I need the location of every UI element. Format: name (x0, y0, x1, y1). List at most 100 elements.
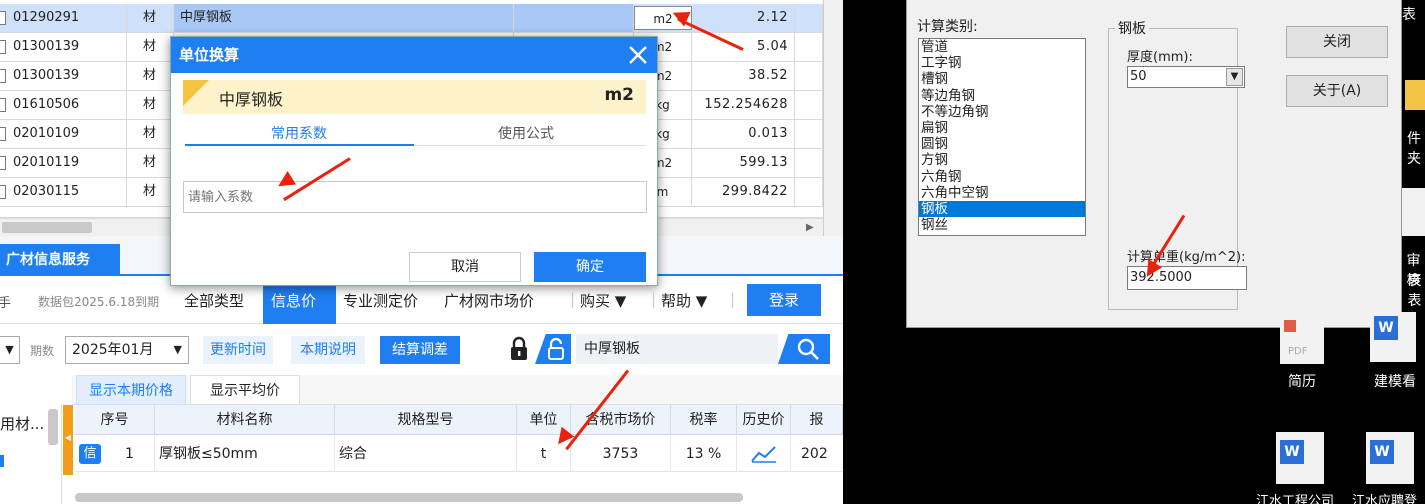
row-type: 材 (127, 62, 174, 90)
category-list-item[interactable]: 六角中空钢 (919, 185, 1085, 201)
row-code: 02010109 (0, 120, 127, 148)
category-list-item[interactable]: 六角钢 (919, 169, 1085, 185)
cancel-button[interactable]: 取消 (409, 252, 521, 282)
material-header: 中厚钢板 m2 (183, 80, 646, 114)
package-expiry-text: 数据包2025.6.18到期 (38, 295, 160, 309)
chevron-down-icon[interactable]: ▼ (1226, 68, 1243, 86)
desktop-edge-text: 衰表 (1407, 273, 1422, 309)
nav-info-price[interactable]: 信息价 (271, 290, 316, 311)
row-type: 材 (127, 120, 174, 148)
side-scrollbar[interactable] (48, 409, 58, 445)
category-label: 计算类别: (917, 19, 978, 35)
search-input[interactable]: 中厚钢板 (576, 334, 778, 364)
thickness-value: 50 (1130, 69, 1147, 84)
thickness-select[interactable]: 50 ▼ (1127, 66, 1245, 88)
row-code: 01610506 (0, 91, 127, 119)
category-list-item[interactable]: 不等边角钢 (919, 104, 1085, 120)
nav-professional-price[interactable]: 专业测定价 (343, 290, 418, 311)
pdf-file-icon[interactable]: PDF (1280, 320, 1324, 364)
category-list-item[interactable]: 圆钢 (919, 136, 1085, 152)
desktop-icon-label[interactable]: 江水工程公司 (1256, 490, 1334, 504)
grid-column-header[interactable]: 税率 (671, 405, 737, 435)
period-desc-button[interactable]: 本期说明 (291, 336, 365, 364)
period-select[interactable]: 2025年01月 ▼ (65, 336, 189, 364)
row-spec: 综合 (335, 436, 517, 472)
row-extra (795, 178, 823, 206)
desktop-icon-label[interactable]: 建模看 (1374, 371, 1416, 391)
tab-price-service[interactable]: 广材信息服务 (0, 244, 120, 276)
info-badge: 信 (79, 444, 101, 464)
row-code: 02030115 (0, 178, 127, 206)
nav-all-types[interactable]: 全部类型 (184, 290, 244, 311)
nav-market-price[interactable]: 广材网市场价 (444, 290, 534, 311)
row-extra (795, 4, 823, 32)
row-quantity: 2.12 (692, 4, 795, 32)
category-list-item[interactable]: 槽钢 (919, 71, 1085, 87)
lock-icon[interactable] (508, 336, 530, 362)
document-icon[interactable] (1402, 188, 1425, 236)
price-grid-row[interactable]: 信 1 厚钢板≤50mm 综合 t 3753 13 % 202 (75, 436, 843, 472)
row-name: 中厚钢板 (174, 4, 514, 32)
scroll-right-icon[interactable]: ▶ (806, 222, 814, 233)
word-file-icon[interactable]: W (1370, 312, 1416, 362)
ok-button[interactable]: 确定 (534, 252, 646, 282)
table-vertical-scrollbar[interactable] (823, 0, 843, 236)
price-subtabs: 显示本期价格 显示平均价 (0, 375, 843, 405)
nav-help-menu[interactable]: 帮助 ▼ (661, 290, 707, 311)
row-code: 02010119 (0, 149, 127, 177)
price-grid-header: 序号 材料名称 规格型号 单位 含税市场价 税率 历史价报 (75, 405, 843, 435)
grid-column-header[interactable]: 规格型号 (335, 405, 517, 435)
close-icon[interactable] (623, 40, 653, 70)
word-file-icon[interactable]: W (1366, 432, 1414, 484)
tab-use-formula[interactable]: 使用公式 (498, 123, 554, 143)
collapse-handle[interactable]: ◀ (63, 405, 73, 475)
side-category-label[interactable]: 用材... (0, 413, 44, 434)
login-button[interactable]: 登录 (747, 284, 821, 316)
close-button[interactable]: 关闭 (1286, 26, 1388, 58)
category-list-item[interactable]: 钢板 (919, 200, 1085, 218)
coefficient-input[interactable] (183, 181, 647, 213)
period-label: 期数 (30, 344, 55, 358)
grid-horizontal-scrollbar[interactable] (75, 493, 743, 502)
category-list-item[interactable]: 扁钢 (919, 120, 1085, 136)
row-quantity: 0.013 (692, 120, 795, 148)
word-file-icon[interactable]: W (1276, 432, 1324, 484)
about-button[interactable]: 关于(A) (1286, 75, 1388, 107)
material-unit: m2 (604, 85, 634, 105)
category-list[interactable]: 管道 工字钢 槽钢 等边角钢 不等边角钢 扁钢 圆钢 方钢 六角钢 六角中空钢 钢板 钢丝 (918, 38, 1086, 236)
row-extra (795, 120, 823, 148)
desktop-edge-text: 表 (1402, 7, 1416, 23)
chevron-down-icon[interactable]: ▼ (0, 336, 20, 364)
desktop-icon-label[interactable]: 江水应聘登 (1352, 490, 1417, 504)
row-price: 3753 (571, 436, 671, 472)
category-list-item[interactable]: 钢丝 (919, 217, 1085, 233)
search-button[interactable] (778, 334, 830, 364)
update-time-button[interactable]: 更新时间 (203, 336, 273, 364)
row-type: 材 (127, 91, 174, 119)
subtab-current-price[interactable]: 显示本期价格 (76, 375, 186, 405)
row-code: 01300139 (0, 33, 127, 61)
panel-navbar: 手 数据包2025.6.18到期 全部类型 信息价 专业测定价 广材网市场价 |… (0, 280, 843, 324)
grid-column-header[interactable]: 报 (791, 405, 843, 435)
main-app-window: 01290291 材中厚钢板 m2 2.12 01300139 材 m2 5.04 013001… (0, 0, 843, 504)
category-side-panel: 用材... (0, 405, 62, 504)
desktop-icon-label[interactable]: 简历 (1288, 371, 1316, 391)
category-list-item[interactable]: 管道 (919, 39, 1085, 55)
history-chart-icon[interactable] (737, 436, 791, 472)
folder-icon[interactable] (1405, 80, 1425, 110)
category-list-item[interactable]: 等边角钢 (919, 88, 1085, 104)
search-icon (797, 338, 819, 360)
tab-common-coefficient[interactable]: 常用系数 (271, 123, 327, 143)
thickness-label: 厚度(mm): (1127, 50, 1193, 65)
subtab-average-price[interactable]: 显示平均价 (190, 375, 300, 405)
nav-buy-menu[interactable]: 购买 ▼ (580, 290, 626, 311)
category-list-item[interactable]: 方钢 (919, 152, 1085, 168)
row-quantity: 299.8422 (692, 178, 795, 206)
settle-adjust-button[interactable]: 结算调差 (380, 336, 460, 364)
grid-column-header[interactable]: 序号 (75, 405, 155, 435)
unlock-icon[interactable] (535, 334, 571, 364)
desktop-edge-text: 件夹 (1407, 131, 1421, 167)
grid-column-header[interactable]: 材料名称 (155, 405, 335, 435)
category-list-item[interactable]: 工字钢 (919, 55, 1085, 71)
grid-column-header[interactable]: 历史价 (737, 405, 791, 435)
